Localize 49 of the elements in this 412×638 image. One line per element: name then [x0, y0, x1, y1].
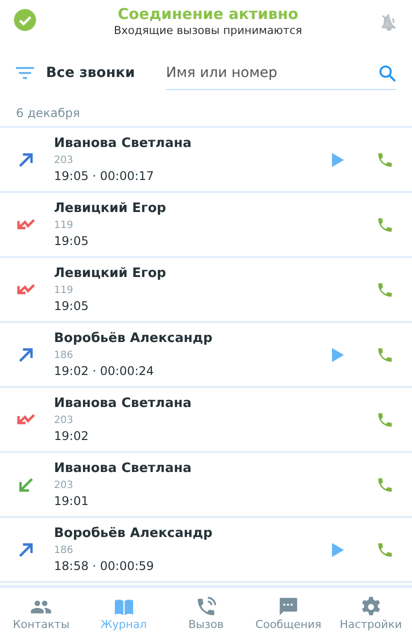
- contact-name: Иванова Светлана: [54, 135, 192, 153]
- phone-number: 119: [54, 284, 74, 298]
- settings-icon: [360, 596, 382, 618]
- call-row[interactable]: Воробьёв Александр 186 19:02 · 00:00:24: [0, 323, 412, 388]
- contact-name: Иванова Светлана: [54, 395, 192, 413]
- call-row[interactable]: Левицкий Егор 119 19:05: [0, 193, 412, 258]
- phone-icon[interactable]: [376, 540, 394, 558]
- search-icon[interactable]: [379, 65, 396, 82]
- status-subtitle: Входящие вызовы принимаются: [114, 23, 302, 39]
- play-icon[interactable]: [332, 542, 344, 556]
- phone-icon[interactable]: [376, 476, 394, 494]
- call-time: 18:58 · 00:00:59: [54, 558, 155, 574]
- call-time: 19:05: [54, 298, 90, 314]
- filter-icon[interactable]: [16, 67, 34, 79]
- call-row[interactable]: Иванова Светлана 203 19:02: [0, 388, 412, 453]
- contact-name: Воробьёв Александр: [54, 330, 214, 348]
- phone-icon[interactable]: [376, 410, 394, 428]
- status-title: Соединение активно: [118, 5, 298, 23]
- search-field[interactable]: Имя или номер: [166, 56, 396, 90]
- filter-button[interactable]: Все звонки: [46, 65, 166, 81]
- contact-name: Левицкий Егор: [54, 200, 168, 218]
- phone-icon[interactable]: [376, 346, 394, 364]
- contact-name: Левицкий Егор: [54, 265, 168, 283]
- phone-icon[interactable]: [376, 216, 394, 234]
- play-icon[interactable]: [332, 348, 344, 362]
- call-time: 19:01: [54, 493, 90, 509]
- phone-number: 203: [54, 414, 74, 428]
- phone-number: 186: [54, 349, 74, 363]
- call-time: 19:02 · 00:00:24: [54, 363, 155, 379]
- phone-number: 119: [54, 219, 74, 233]
- contact-name: Воробьёв Александр: [54, 525, 214, 543]
- call-time: 19:05: [54, 233, 90, 249]
- call-row[interactable]: Иванова Светлана 203 19:05 · 00:00:17: [0, 128, 412, 193]
- date-header: 6 декабря: [15, 105, 81, 122]
- phone-icon[interactable]: [376, 150, 394, 168]
- call-row[interactable]: Иванова Светлана 203 19:01: [0, 453, 412, 518]
- call-time: 19:02: [54, 428, 90, 444]
- phone-number: 186: [54, 544, 74, 558]
- phone-icon[interactable]: [376, 280, 394, 298]
- phone-number: 203: [54, 479, 74, 493]
- call-time: 19:05 · 00:00:17: [54, 168, 155, 184]
- chat-icon: [277, 596, 300, 618]
- call-row[interactable]: Воробьёв Александр 186 18:58 · 00:00:59: [0, 518, 412, 583]
- call-row[interactable]: Левицкий Егор 119 19:05: [0, 258, 412, 323]
- muted-bell-icon[interactable]: [380, 13, 398, 31]
- play-icon[interactable]: [332, 152, 344, 166]
- phone-number: 203: [54, 154, 74, 168]
- phone-ringing-icon: [195, 596, 218, 618]
- contact-name: Иванова Светлана: [54, 460, 192, 478]
